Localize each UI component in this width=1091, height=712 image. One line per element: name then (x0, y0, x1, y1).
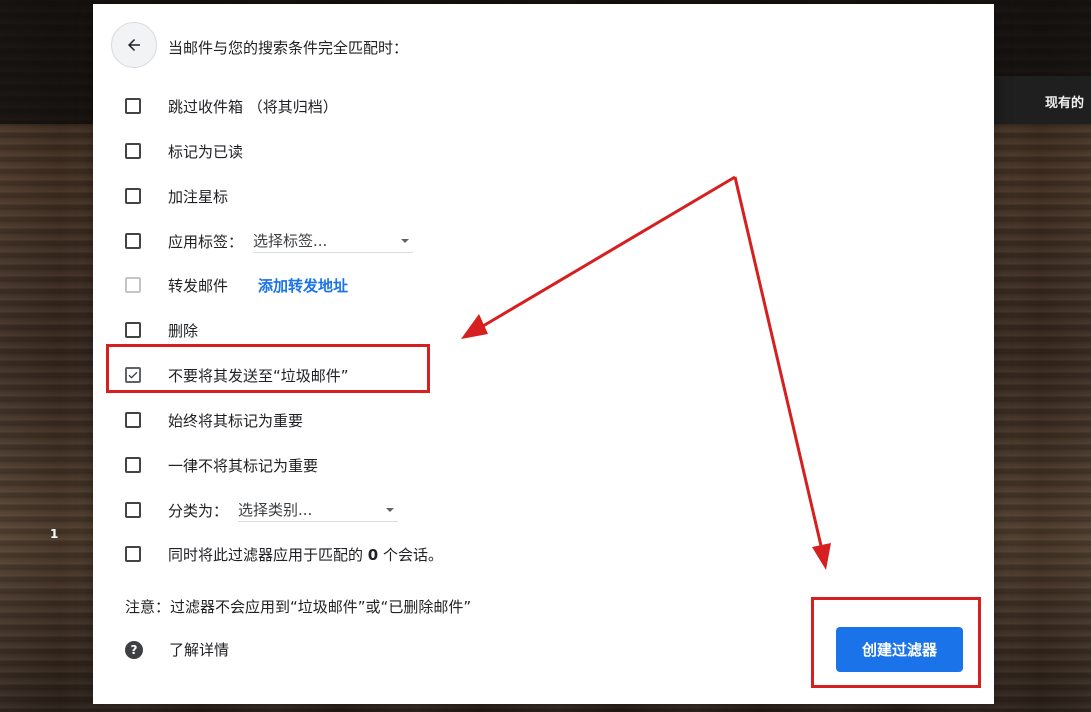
annotation-arrow-right (733, 176, 831, 570)
annotation-arrows (461, 175, 831, 570)
annotation-arrow-left (461, 175, 736, 339)
